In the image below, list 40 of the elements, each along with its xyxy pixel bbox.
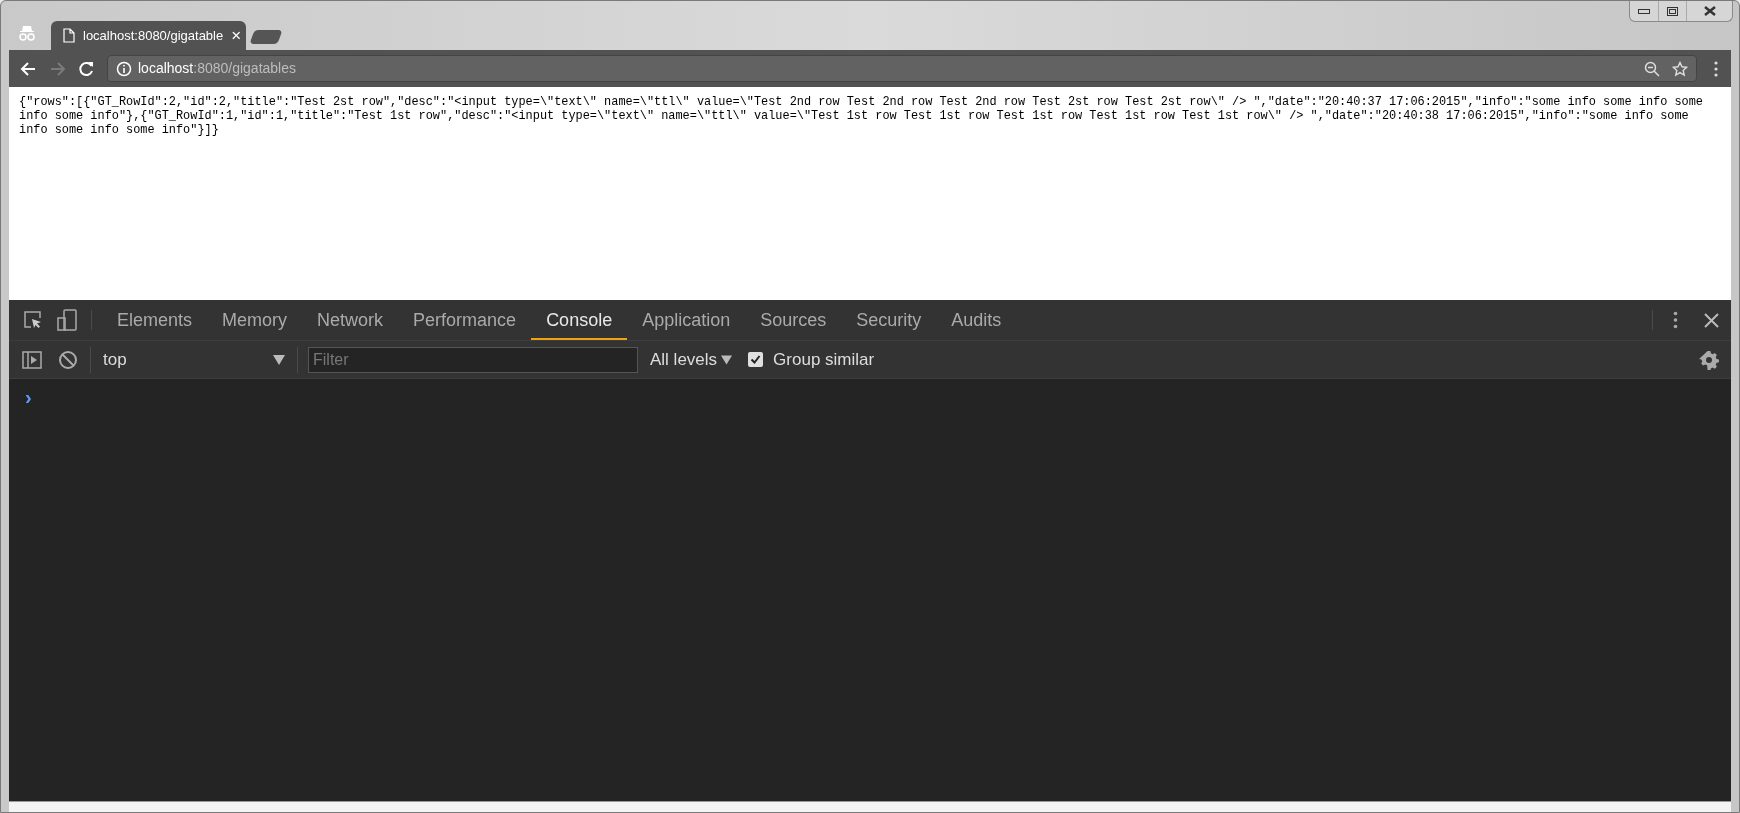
star-icon[interactable] <box>1672 60 1688 77</box>
close-icon <box>1703 6 1716 16</box>
devtools-tab[interactable]: Application <box>627 302 746 340</box>
devtools-tab[interactable]: Performance <box>398 302 532 340</box>
levels-dropdown[interactable]: All levels <box>650 346 733 373</box>
menu-icon[interactable] <box>1713 59 1719 78</box>
group-similar-label: Group similar <box>773 348 875 371</box>
devtools-tab[interactable]: Security <box>841 302 937 340</box>
address-bar[interactable]: localhost:8080/gigatables <box>107 55 1697 82</box>
url-path: :8080/gigatables <box>193 59 297 78</box>
caret-icon <box>273 354 285 365</box>
console-prompt[interactable]: › <box>25 386 32 408</box>
info-icon <box>116 60 132 77</box>
devtools-tab[interactable]: Audits <box>936 302 1017 340</box>
devtools-tab[interactable]: Memory <box>207 302 303 340</box>
devtools-tab[interactable]: Network <box>302 302 399 340</box>
clear-icon[interactable] <box>58 349 78 370</box>
reload-icon[interactable] <box>77 59 95 78</box>
new-tab-button[interactable] <box>249 30 283 44</box>
url-host: localhost <box>138 59 194 78</box>
incognito-icon <box>17 24 37 42</box>
devtools-tab[interactable]: Sources <box>745 302 842 340</box>
close-icon[interactable] <box>1704 312 1719 328</box>
tab-title: localhost:8080/gigatable <box>83 26 224 45</box>
tab-close-button[interactable]: × <box>231 27 242 44</box>
zoom-out-icon[interactable] <box>1644 60 1660 77</box>
more-icon[interactable] <box>1673 311 1678 329</box>
context-dropdown[interactable]: top <box>90 346 298 373</box>
back-icon[interactable] <box>19 59 37 78</box>
inspect-icon[interactable] <box>23 310 43 330</box>
settings-icon[interactable] <box>1699 349 1719 370</box>
json-text: {"rows":[{"GT_RowId":2,"id":2,"title":"Test 2st row","desc":"<input type=\"text\" name=\"ttl\" value=\"Test 2nd row Test 2nd row Test 2nd row Test 2st row Test 2st row\" /> ","date":"20:40:37 17:06:2015","info":"some info some info some info some info"},{"GT_RowId":1,"id":1,"title":"Test 1st row","desc":"<input type=\"text\" name=\"ttl\" value=\"Test 1st row Test 1st row Test 1st row Test 1st row Test 1st row\" /> ","date":"20:40:38 17:06:2015","info":"some info some info some info some info"}]} <box>19 95 1704 137</box>
page-icon <box>63 28 75 43</box>
devtools-tab[interactable]: Elements <box>102 302 208 340</box>
caret-icon <box>721 354 733 365</box>
browser-tab[interactable]: localhost:8080/gigatable × <box>51 21 246 50</box>
sidebar-toggle-icon[interactable] <box>22 350 42 369</box>
group-similar-checkbox[interactable] <box>748 352 764 367</box>
device-icon[interactable] <box>57 309 77 331</box>
filter-field[interactable]: Filter <box>308 346 638 373</box>
